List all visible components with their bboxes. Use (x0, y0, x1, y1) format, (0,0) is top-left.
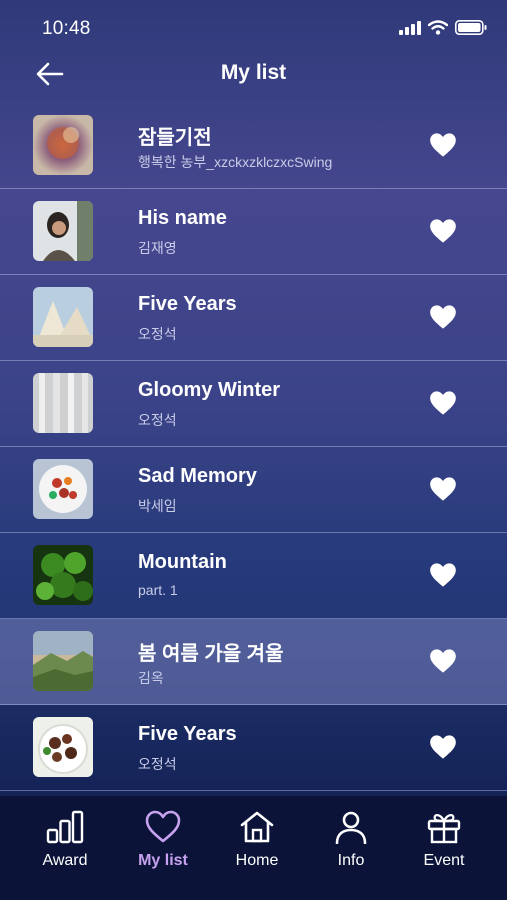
song-title: Five Years (138, 293, 237, 315)
page-title: My list (220, 61, 287, 84)
home-icon (240, 811, 274, 843)
heart-icon[interactable] (429, 218, 457, 244)
song-artist: 오정석 (138, 412, 177, 428)
user-icon (335, 811, 367, 844)
song-artist: 김옥 (138, 670, 164, 686)
tab-my-list[interactable]: My list (123, 810, 203, 880)
heart-icon[interactable] (429, 648, 457, 674)
song-title: 봄 여름 가을 겨울 (138, 643, 284, 665)
tab-info[interactable]: Info (311, 810, 391, 880)
tab-event[interactable]: Event (404, 810, 484, 880)
tab-label: My list (138, 852, 188, 869)
tab-home[interactable]: Home (217, 810, 297, 880)
status-time: 10:48 (42, 18, 91, 39)
heart-icon[interactable] (429, 132, 457, 158)
song-row[interactable]: 잠들기전 행복한 농부_xzckxzklczxcSwing (0, 103, 507, 189)
heart-icon[interactable] (429, 476, 457, 502)
song-row[interactable]: His name 김재영 (0, 189, 507, 275)
heart-icon[interactable] (429, 562, 457, 588)
tab-label: Award (42, 852, 88, 869)
song-title: Gloomy Winter (138, 379, 281, 401)
gift-icon (427, 814, 461, 844)
song-artist: 오정석 (138, 326, 177, 342)
status-icons (399, 20, 487, 35)
wifi-icon (428, 20, 448, 35)
song-title: 잠들기전 (138, 127, 212, 149)
tab-label: Info (337, 852, 365, 869)
song-row[interactable]: Five Years 오정석 (0, 275, 507, 361)
header: My list (0, 50, 507, 96)
song-artist: part. 1 (138, 582, 178, 598)
song-row-selected[interactable]: 봄 여름 가을 겨울 김옥 (0, 619, 507, 705)
heart-icon[interactable] (429, 390, 457, 416)
tab-label: Event (423, 852, 465, 869)
battery-icon (455, 20, 487, 35)
status-bar: 10:48 (0, 0, 507, 56)
album-art (33, 373, 93, 433)
song-row[interactable]: Sad Memory 박세임 (0, 447, 507, 533)
album-art (33, 545, 93, 605)
album-art (33, 287, 93, 347)
album-art (33, 717, 93, 777)
tab-award[interactable]: Award (25, 810, 105, 880)
album-art (33, 631, 93, 691)
album-art (33, 115, 93, 175)
song-row[interactable]: Mountain part. 1 (0, 533, 507, 619)
album-art (33, 459, 93, 519)
heart-icon[interactable] (429, 304, 457, 330)
album-art (33, 201, 93, 261)
tab-bar: Award My list Home Info Event (0, 796, 507, 900)
heart-icon[interactable] (429, 734, 457, 760)
bar-chart-icon (46, 810, 84, 844)
song-title: Five Years (138, 723, 237, 745)
tab-label: Home (235, 852, 279, 869)
song-row[interactable]: Gloomy Winter 오정석 (0, 361, 507, 447)
song-title: Mountain (138, 551, 227, 573)
song-title: Sad Memory (138, 465, 257, 487)
song-artist: 오정석 (138, 756, 177, 772)
song-artist: 김재영 (138, 240, 177, 256)
song-title: His name (138, 207, 227, 229)
heart-outline-icon (145, 810, 181, 843)
signal-icon (399, 20, 421, 35)
song-artist: 행복한 농부_xzckxzklczxcSwing (138, 154, 333, 170)
song-row[interactable]: Five Years 오정석 (0, 705, 507, 791)
song-list: 잠들기전 행복한 농부_xzckxzklczxcSwing His name 김… (0, 103, 507, 791)
song-artist: 박세임 (138, 498, 177, 514)
